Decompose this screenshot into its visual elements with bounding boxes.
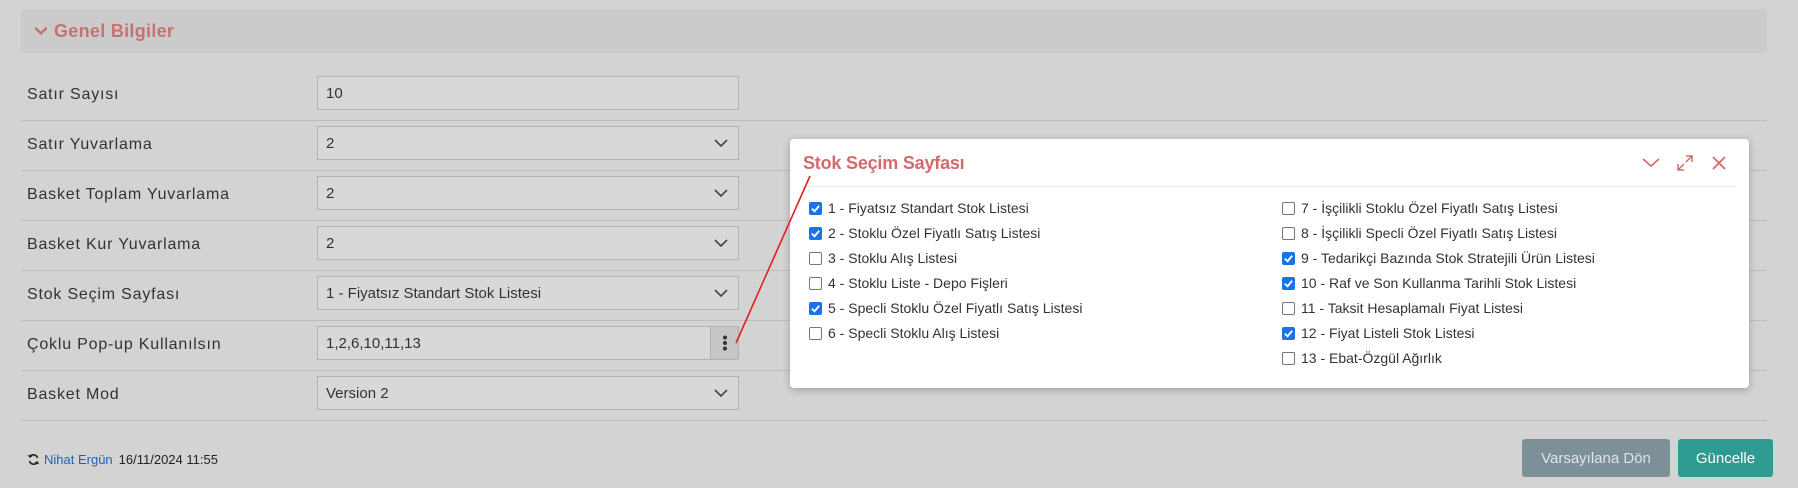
- update-button[interactable]: Güncelle: [1678, 439, 1773, 477]
- option-label: 1 - Fiyatsız Standart Stok Listesi: [828, 200, 1029, 216]
- check-icon: [811, 304, 820, 313]
- select-value: 2: [326, 184, 335, 202]
- stock-list-option[interactable]: 8 - İşçilikli Specli Özel Fiyatlı Satış …: [1282, 225, 1557, 241]
- minimize-chevron-icon[interactable]: [1641, 153, 1661, 173]
- field-label: Çoklu Pop-up Kullanılsın: [27, 335, 222, 353]
- stock-list-option[interactable]: 7 - İşçilikli Stoklu Özel Fiyatlı Satış …: [1282, 200, 1558, 216]
- input-value: 1,2,6,10,11,13: [326, 334, 421, 352]
- check-icon: [1284, 254, 1293, 263]
- stock-list-option[interactable]: 6 - Specli Stoklu Alış Listesi: [809, 325, 999, 341]
- field-label: Basket Kur Yuvarlama: [27, 235, 202, 253]
- checkbox-unchecked[interactable]: [1282, 351, 1295, 365]
- checkbox-unchecked[interactable]: [1282, 226, 1295, 240]
- checkbox-checked[interactable]: [809, 201, 822, 215]
- checkbox-unchecked[interactable]: [1282, 201, 1295, 215]
- option-label: 2 - Stoklu Özel Fiyatlı Satış Listesi: [828, 225, 1041, 241]
- check-icon: [1284, 279, 1293, 288]
- satir-sayisi-input[interactable]: 10: [317, 76, 739, 110]
- field-label: Stok Seçim Sayfası: [27, 285, 181, 303]
- chevron-down-icon: [714, 139, 728, 148]
- option-label: 12 - Fiyat Listeli Stok Listesi: [1301, 325, 1475, 341]
- modal-title: Stok Seçim Sayfası: [803, 153, 965, 173]
- field-label: Satır Yuvarlama: [27, 135, 153, 153]
- select-value: 2: [326, 234, 335, 252]
- stock-list-option[interactable]: 10 - Raf ve Son Kullanma Tarihli Stok Li…: [1282, 275, 1576, 291]
- section-title: Genel Bilgiler: [54, 20, 175, 41]
- modified-date: 16/11/2024 11:55: [118, 451, 218, 467]
- stock-list-option[interactable]: 9 - Tedarikçi Bazında Stok Stratejili Ür…: [1282, 250, 1595, 266]
- checkbox-unchecked[interactable]: [1282, 301, 1295, 315]
- coklu-popup-input[interactable]: 1,2,6,10,11,13: [317, 326, 711, 360]
- option-label: 6 - Specli Stoklu Alış Listesi: [828, 325, 1000, 341]
- vertical-dots-icon: [722, 335, 727, 351]
- stock-list-option[interactable]: 12 - Fiyat Listeli Stok Listesi: [1282, 325, 1475, 341]
- option-label: 3 - Stoklu Alış Listesi: [828, 250, 958, 266]
- stok-secim-modal: Stok Seçim Sayfası 1 - Fiyatsız Standart…: [790, 139, 1749, 388]
- basket-toplam-yuvarlama-select[interactable]: 2: [317, 176, 739, 210]
- checkbox-unchecked[interactable]: [809, 276, 822, 290]
- option-label: 10 - Raf ve Son Kullanma Tarihli Stok Li…: [1301, 275, 1577, 291]
- check-icon: [811, 229, 820, 238]
- input-value: 10: [326, 84, 343, 102]
- modal-controls: [1641, 153, 1729, 173]
- checkbox-unchecked[interactable]: [809, 326, 822, 340]
- form-row-satir-sayisi: Satır Sayısı 10: [21, 69, 1767, 121]
- chevron-down-icon: [714, 289, 728, 298]
- modal-divider: [803, 186, 1736, 187]
- basket-kur-yuvarlama-select[interactable]: 2: [317, 226, 739, 260]
- option-label: 4 - Stoklu Liste - Depo Fişleri: [828, 275, 1008, 291]
- option-label: 8 - İşçilikli Specli Özel Fiyatlı Satış …: [1301, 225, 1557, 241]
- option-label: 5 - Specli Stoklu Özel Fiyatlı Satış Lis…: [828, 300, 1083, 316]
- stock-list-option[interactable]: 13 - Ebat-Özgül Ağırlık: [1282, 350, 1442, 366]
- chevron-down-icon: [714, 389, 728, 398]
- checkbox-checked[interactable]: [809, 301, 822, 315]
- satir-yuvarlama-select[interactable]: 2: [317, 126, 739, 160]
- more-options-button[interactable]: [711, 326, 739, 360]
- user-link[interactable]: Nihat Ergün: [44, 452, 113, 467]
- option-label: 7 - İşçilikli Stoklu Özel Fiyatlı Satış …: [1301, 200, 1558, 216]
- refresh-icon: [27, 453, 40, 465]
- select-value: Version 2: [326, 384, 389, 402]
- option-label: 9 - Tedarikçi Bazında Stok Stratejili Ür…: [1301, 250, 1595, 266]
- stock-list-option[interactable]: 1 - Fiyatsız Standart Stok Listesi: [809, 200, 1029, 216]
- stock-list-option[interactable]: 2 - Stoklu Özel Fiyatlı Satış Listesi: [809, 225, 1040, 241]
- chevron-down-icon: [714, 189, 728, 198]
- expand-icon[interactable]: [1675, 153, 1695, 173]
- option-label: 13 - Ebat-Özgül Ağırlık: [1301, 350, 1442, 366]
- checkbox-checked[interactable]: [1282, 326, 1295, 340]
- stock-list-option[interactable]: 3 - Stoklu Alış Listesi: [809, 250, 957, 266]
- checkbox-checked[interactable]: [1282, 276, 1295, 290]
- basket-mod-select[interactable]: Version 2: [317, 376, 739, 410]
- option-label: 11 - Taksit Hesaplamalı Fiyat Listesi: [1301, 300, 1524, 316]
- section-header-genel-bilgiler[interactable]: Genel Bilgiler: [21, 9, 1767, 53]
- chevron-down-icon: [34, 27, 48, 35]
- stok-secim-sayfasi-select[interactable]: 1 - Fiyatsız Standart Stok Listesi: [317, 276, 739, 310]
- checkbox-checked[interactable]: [809, 226, 822, 240]
- checkbox-unchecked[interactable]: [809, 251, 822, 265]
- field-label: Basket Mod: [27, 385, 120, 403]
- check-icon: [1284, 329, 1293, 338]
- stock-list-option[interactable]: 4 - Stoklu Liste - Depo Fişleri: [809, 275, 1008, 291]
- reset-defaults-button[interactable]: Varsayılana Dön: [1522, 439, 1670, 477]
- chevron-down-icon: [714, 239, 728, 248]
- field-label: Basket Toplam Yuvarlama: [27, 185, 230, 203]
- last-modified-info: Nihat Ergün 16/11/2024 11:55: [27, 449, 218, 469]
- field-label: Satır Sayısı: [27, 85, 120, 103]
- select-value: 1 - Fiyatsız Standart Stok Listesi: [326, 284, 542, 302]
- check-icon: [811, 204, 820, 213]
- checkbox-checked[interactable]: [1282, 251, 1295, 265]
- stock-list-option[interactable]: 5 - Specli Stoklu Özel Fiyatlı Satış Lis…: [809, 300, 1082, 316]
- select-value: 2: [326, 134, 335, 152]
- stock-list-option[interactable]: 11 - Taksit Hesaplamalı Fiyat Listesi: [1282, 300, 1523, 316]
- close-icon[interactable]: [1709, 153, 1729, 173]
